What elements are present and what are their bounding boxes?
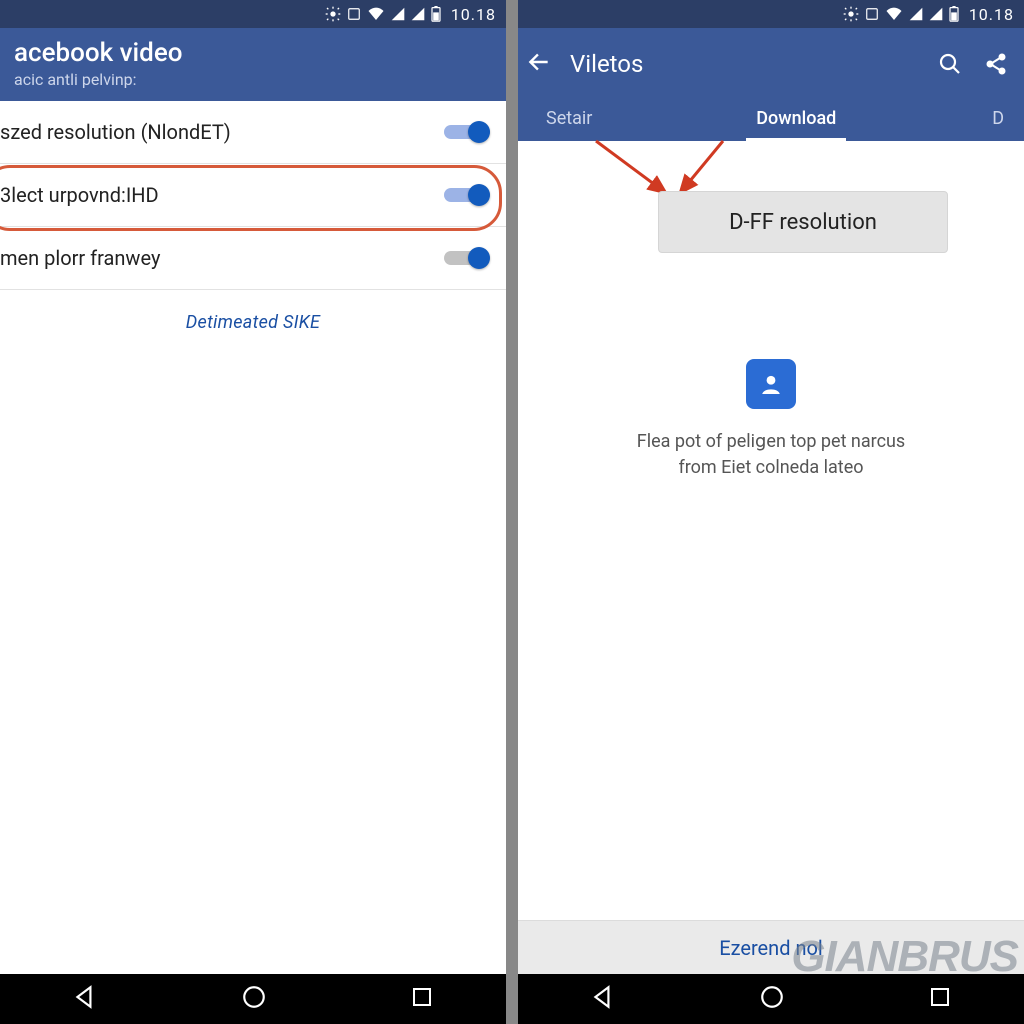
status-time: 10.18: [969, 5, 1014, 24]
setting-row-framerate[interactable]: men plorr franwey: [0, 227, 506, 290]
nav-home-icon[interactable]: [759, 984, 785, 1014]
signal1-icon: [391, 7, 405, 21]
android-nav-bar: [0, 974, 506, 1024]
wifi-icon: [885, 6, 903, 22]
setting-label: 3lect urpovnd:IHD: [0, 183, 444, 207]
search-icon[interactable]: [936, 52, 964, 76]
app-bar: Viletos Setair Download D: [518, 28, 1024, 141]
toggle-switch[interactable]: [444, 182, 490, 208]
setting-row-upload[interactable]: 3lect urpovnd:IHD: [0, 164, 506, 227]
brightness-icon: [843, 6, 859, 22]
footer-link[interactable]: Detimeated SIKE: [0, 290, 506, 355]
app-icon: [746, 359, 796, 409]
settings-list: szed resolution (NlondET) 3lect urpovnd:…: [0, 101, 506, 290]
left-screenshot: 10.18 acebook video acic antli pelvinp: …: [0, 0, 506, 1024]
empty-line2: from Eiet colneda lateo: [678, 457, 863, 478]
setting-label: men plorr franwey: [0, 246, 444, 270]
watermark-text: GIANBRUS: [791, 932, 1018, 982]
appbar-subtitle: acic antli pelvinp:: [14, 70, 492, 89]
tab-bar: Setair Download D: [526, 98, 1010, 141]
status-bar: 10.18: [518, 0, 1024, 28]
signal2-icon: [929, 7, 943, 21]
status-bar: 10.18: [0, 0, 506, 28]
appbar-title: acebook video: [14, 38, 492, 68]
battery-icon: [431, 6, 441, 22]
app-bar: acebook video acic antli pelvinp:: [0, 28, 506, 101]
content-area: D-FF resolution Flea pot of peliցen top …: [518, 141, 1024, 1024]
battery-icon: [949, 6, 959, 22]
signal1-icon: [909, 7, 923, 21]
empty-line1: Flea pot of peliցen top pet narcus: [637, 431, 905, 452]
nav-home-icon[interactable]: [241, 984, 267, 1014]
status-time: 10.18: [451, 5, 496, 24]
appbar-title: Viletos: [570, 50, 918, 78]
tab-setair[interactable]: Setair: [526, 98, 612, 141]
nav-back-icon[interactable]: [590, 984, 616, 1014]
wifi-icon: [367, 6, 385, 22]
tab-d[interactable]: D: [980, 98, 1010, 141]
nav-recent-icon[interactable]: [410, 985, 434, 1013]
setting-row-resolution[interactable]: szed resolution (NlondET): [0, 101, 506, 164]
back-arrow-icon[interactable]: [526, 49, 552, 79]
nfc-icon: [865, 7, 879, 21]
nav-recent-icon[interactable]: [928, 985, 952, 1013]
brightness-icon: [325, 6, 341, 22]
toggle-switch[interactable]: [444, 119, 490, 145]
setting-label: szed resolution (NlondET): [0, 120, 444, 144]
empty-state-text: Flea pot of peliցen top pet narcus from …: [543, 429, 998, 481]
nfc-icon: [347, 7, 361, 21]
signal2-icon: [411, 7, 425, 21]
share-icon[interactable]: [982, 52, 1010, 76]
right-screenshot: 10.18 Viletos Setair Download D: [518, 0, 1024, 1024]
toggle-switch[interactable]: [444, 245, 490, 271]
resolution-button[interactable]: D-FF resolution: [658, 191, 948, 253]
tab-download[interactable]: Download: [736, 98, 856, 141]
nav-back-icon[interactable]: [72, 984, 98, 1014]
